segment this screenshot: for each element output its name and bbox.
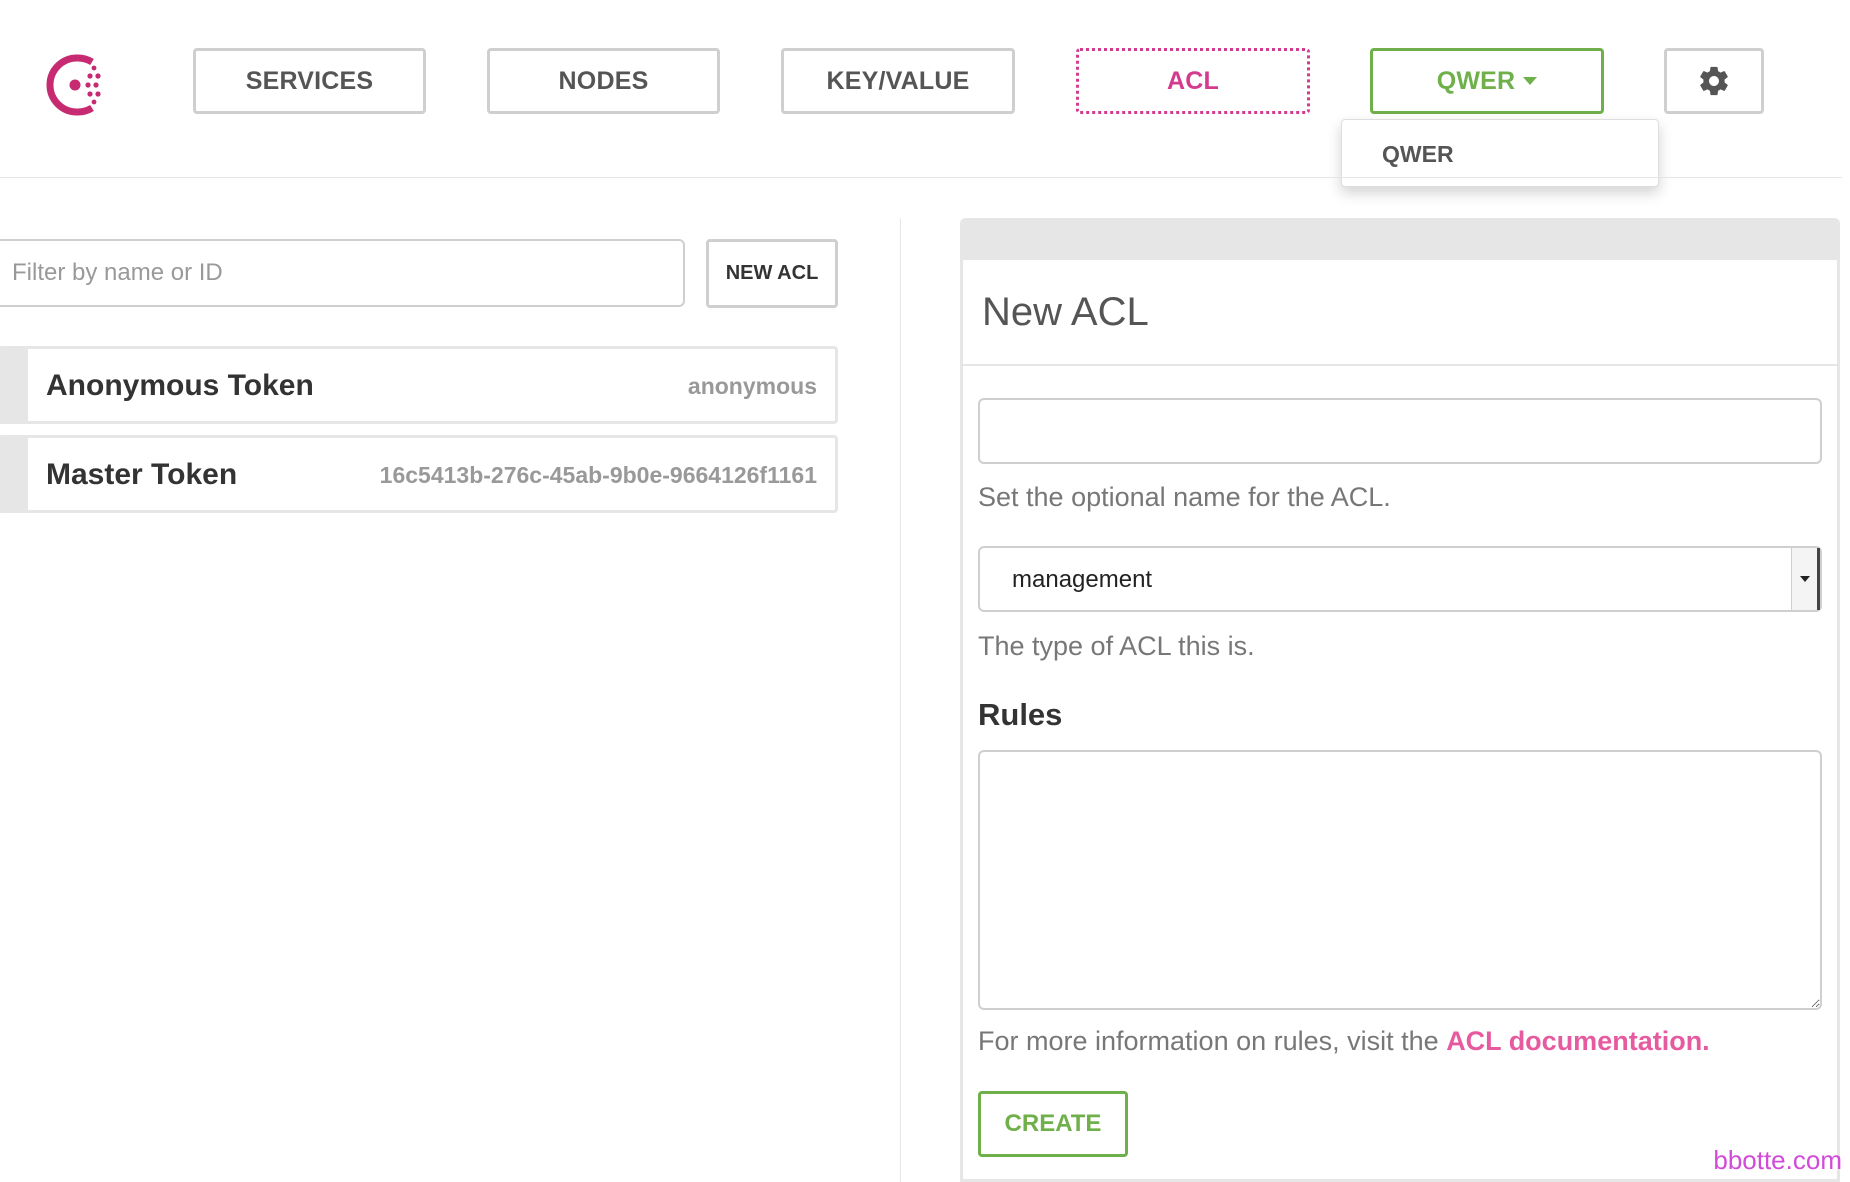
acl-name-input[interactable] [978,398,1822,464]
acl-type-help: The type of ACL this is. [978,631,1255,661]
dropdown-item-qwer[interactable]: QWER [1382,141,1454,168]
acl-list-item-master[interactable]: Master Token 16c5413b-276c-45ab-9b0e-966… [0,435,838,513]
acl-name-help: Set the optional name for the ACL. [978,482,1391,512]
column-divider [900,218,901,1182]
rules-textarea[interactable] [978,750,1822,1010]
acl-type-select[interactable]: management [978,546,1822,612]
token-id: anonymous [687,373,817,399]
rules-help: For more information on rules, visit the… [978,1026,1710,1057]
acl-type-value: management [1012,566,1153,593]
settings-button[interactable] [1664,48,1764,114]
rules-label: Rules [978,697,1063,732]
new-acl-label: NEW ACL [725,262,819,284]
consul-logo[interactable] [42,50,112,120]
acl-list-item-anonymous[interactable]: Anonymous Token anonymous [0,346,838,424]
nav-key-value-label: KEY/VALUE [826,66,970,95]
rules-help-text: For more information on rules, visit the [978,1026,1447,1056]
nav-acl-button[interactable]: ACL [1076,48,1310,114]
new-acl-button[interactable]: NEW ACL [706,239,838,308]
nav-services-button[interactable]: SERVICES [193,48,426,114]
datacenter-dropdown-button[interactable]: QWER [1370,48,1604,114]
gear-icon [1700,66,1728,96]
nav-acl-label: ACL [1167,66,1219,95]
nav-services-label: SERVICES [245,66,374,95]
panel-title-divider [963,364,1837,366]
header-divider [0,177,1842,178]
panel-header-bar [960,218,1840,260]
token-id: 16c5413b-276c-45ab-9b0e-9664126f1161 [379,462,817,488]
panel-title: New ACL [982,290,1149,334]
nav-nodes-button[interactable]: NODES [487,48,720,114]
create-label: CREATE [1004,1110,1102,1137]
select-arrow-icon [1791,548,1820,610]
acl-documentation-link[interactable]: ACL documentation. [1446,1026,1710,1056]
filter-input[interactable] [0,239,685,307]
caret-down-icon [1523,77,1538,85]
create-button[interactable]: CREATE [978,1091,1128,1157]
nav-nodes-label: NODES [558,66,649,95]
token-name: Master Token [46,458,238,491]
watermark: bbotte.com [1713,1145,1842,1175]
token-name: Anonymous Token [46,369,314,402]
nav-key-value-button[interactable]: KEY/VALUE [781,48,1015,114]
datacenter-label: QWER [1436,66,1516,95]
